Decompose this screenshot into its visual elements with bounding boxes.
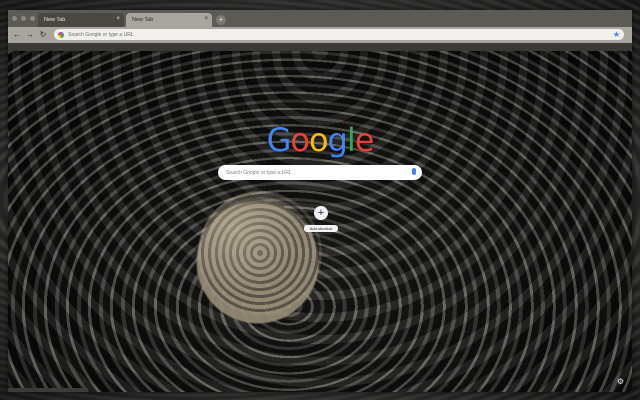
google-g-icon — [58, 31, 64, 38]
background-sphere — [198, 191, 322, 315]
address-bar[interactable]: Search Google or type a URL ★ — [54, 29, 624, 40]
back-icon[interactable]: ← — [12, 29, 22, 41]
new-tab-page: Google Search Google or type a URL + Add… — [8, 51, 632, 392]
add-shortcut-label: Add shortcut — [304, 225, 338, 232]
status-bar — [8, 388, 88, 392]
mic-icon[interactable] — [412, 168, 416, 175]
browser-window: New Tab × New Tab × + ← → ↻ Search Googl… — [8, 10, 632, 392]
forward-icon[interactable]: → — [25, 29, 35, 41]
toolbar: ← → ↻ Search Google or type a URL ★ — [8, 27, 632, 43]
search-box[interactable]: Search Google or type a URL — [218, 165, 422, 180]
close-window-button[interactable] — [12, 16, 17, 21]
search-placeholder: Search Google or type a URL — [226, 169, 292, 176]
window-controls — [12, 16, 35, 21]
tab-strip: New Tab × New Tab × + — [8, 10, 632, 27]
gear-icon[interactable]: ⚙ — [617, 377, 624, 386]
bookmarks-bar — [8, 43, 632, 51]
add-shortcut-button[interactable]: + — [314, 206, 328, 220]
maximize-window-button[interactable] — [30, 16, 35, 21]
tab-new-tab-2[interactable]: New Tab × — [126, 13, 212, 27]
google-logo: Google — [266, 121, 375, 159]
close-icon[interactable]: × — [116, 16, 120, 22]
tab-label: New Tab — [44, 17, 66, 23]
minimize-window-button[interactable] — [21, 16, 26, 21]
tab-label: New Tab — [132, 17, 154, 23]
star-icon[interactable]: ★ — [613, 30, 620, 39]
reload-icon[interactable]: ↻ — [38, 29, 48, 41]
plus-icon: + — [317, 207, 325, 219]
new-tab-button[interactable]: + — [216, 15, 226, 25]
tab-new-tab-1[interactable]: New Tab × — [38, 13, 124, 27]
close-icon[interactable]: × — [204, 16, 208, 22]
address-bar-placeholder: Search Google or type a URL — [68, 31, 134, 38]
